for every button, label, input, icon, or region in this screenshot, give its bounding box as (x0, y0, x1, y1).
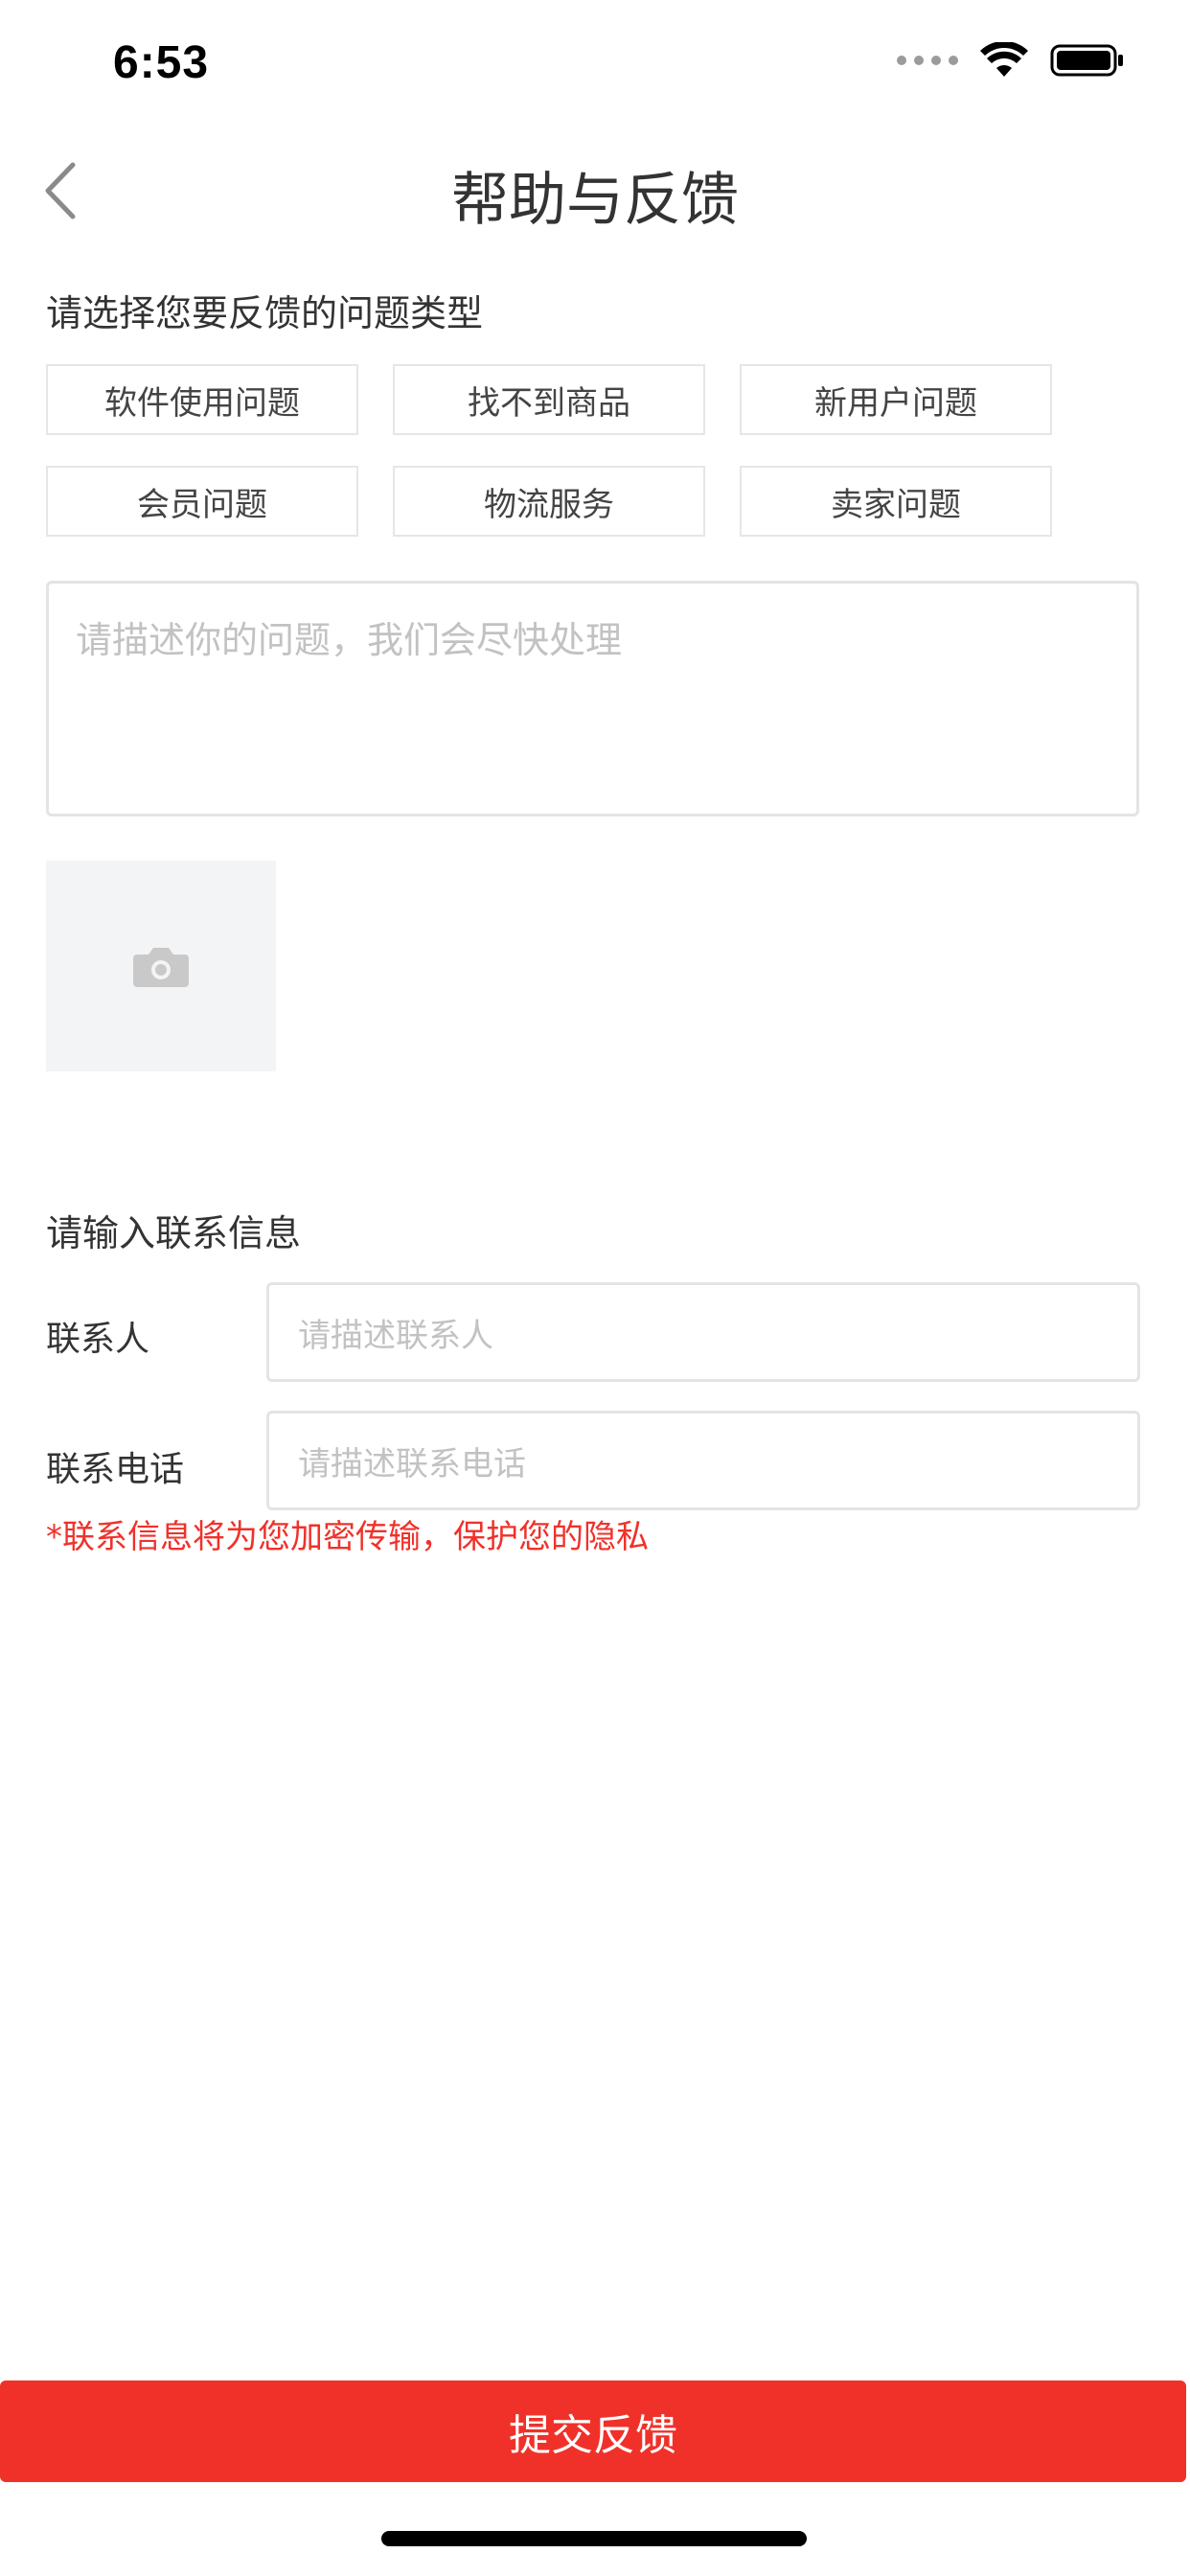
problem-type-chip[interactable]: 找不到商品 (393, 364, 705, 435)
wifi-icon (980, 42, 1028, 77)
status-time: 6:53 (113, 37, 210, 88)
description-placeholder: 请描述你的问题，我们会尽快处理 (76, 619, 623, 661)
home-indicator[interactable] (381, 2531, 807, 2546)
description-textarea[interactable]: 请描述你的问题，我们会尽快处理 (46, 581, 1139, 816)
problem-type-chip[interactable]: 软件使用问题 (46, 364, 358, 435)
problem-type-chip[interactable]: 物流服务 (393, 466, 705, 537)
problem-type-chip[interactable]: 会员问题 (46, 466, 358, 537)
camera-icon (133, 948, 189, 987)
contact-name-label: 联系人 (46, 1320, 150, 1359)
status-icons (897, 42, 1125, 79)
problem-type-chip[interactable]: 新用户问题 (740, 364, 1052, 435)
contact-name-input[interactable]: 请描述联系人 (266, 1282, 1140, 1382)
privacy-note: *联系信息将为您加密传输，保护您的隐私 (46, 1518, 649, 1556)
contact-phone-placeholder: 请描述联系电话 (298, 1444, 526, 1484)
problem-type-heading: 请选择您要反馈的问题类型 (46, 292, 484, 334)
page-title: 帮助与反馈 (451, 167, 739, 234)
add-photo-button[interactable] (46, 861, 276, 1071)
submit-label: 提交反馈 (509, 2411, 677, 2460)
contact-phone-input[interactable]: 请描述联系电话 (266, 1411, 1140, 1510)
contact-heading: 请输入联系信息 (46, 1212, 302, 1254)
contact-name-placeholder: 请描述联系人 (298, 1316, 493, 1355)
problem-type-chip[interactable]: 卖家问题 (740, 466, 1052, 537)
battery-icon (1050, 44, 1123, 77)
feedback-screen: 6:53 帮助与反馈 请选择您要反馈的问题类型 软件使用问题 找不到商品 新用户… (0, 0, 1190, 2576)
contact-phone-label: 联系电话 (46, 1450, 185, 1489)
submit-feedback-button[interactable]: 提交反馈 (0, 2380, 1186, 2482)
signal-icon (897, 56, 958, 65)
